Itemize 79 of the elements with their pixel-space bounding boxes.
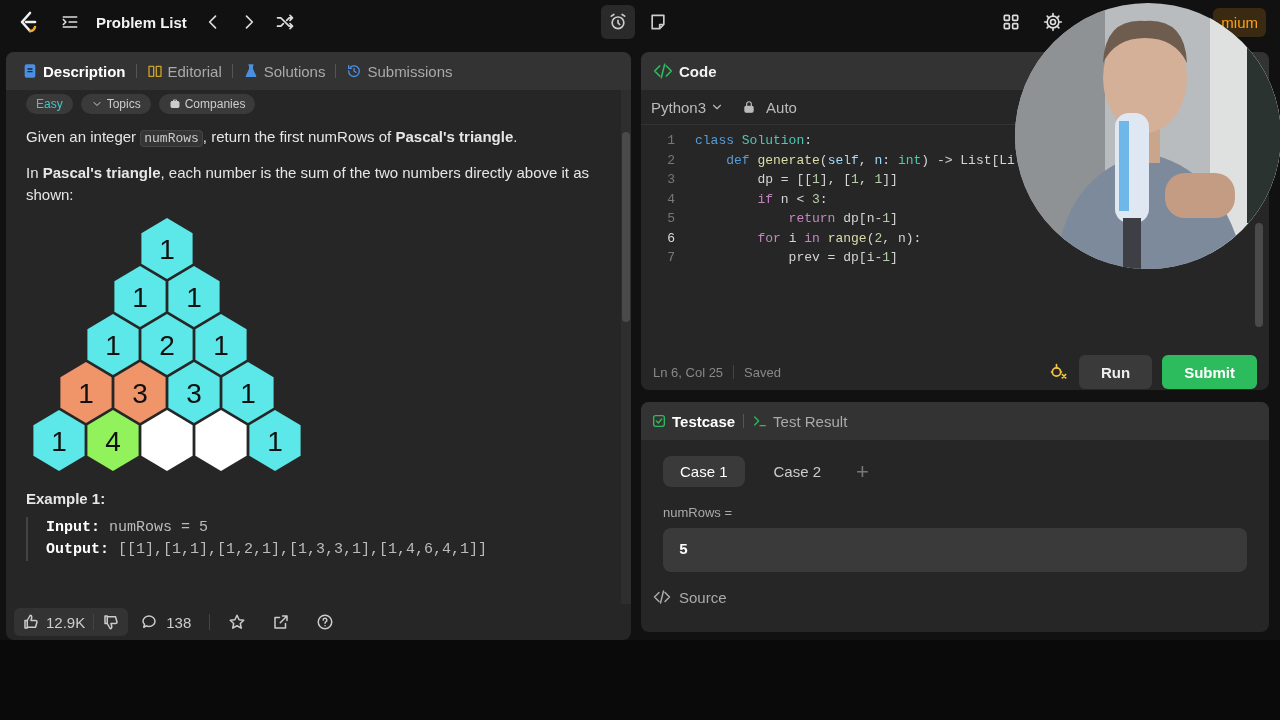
difficulty-badge: Easy: [26, 94, 73, 114]
panel-title: Code: [679, 62, 717, 80]
panel-tab[interactable]: Editorial: [140, 58, 228, 84]
cursor-position: Ln 6, Col 25: [653, 364, 724, 380]
share-icon[interactable]: [272, 613, 291, 631]
mode-toggle[interactable]: Auto: [742, 98, 797, 116]
hex-cell: 3: [114, 362, 166, 423]
code-line: class Solution:: [695, 133, 813, 149]
debug-icon[interactable]: [1049, 362, 1069, 382]
problem-statement: In Pascal's triangle, each number is the sum of the two numbers directly above it as shown:: [26, 163, 591, 205]
terminal-icon: [752, 413, 769, 429]
hex-cell: 1: [141, 218, 193, 279]
input-label: numRows =: [662, 504, 733, 520]
book-icon: [146, 63, 163, 79]
thumbs-down-icon: [102, 613, 121, 631]
code-line: return dp[n-1]: [787, 211, 898, 227]
hex-cell: 1: [249, 410, 301, 471]
history-icon: [346, 63, 363, 79]
code-line: if n < 3:: [756, 191, 828, 207]
panel-tab[interactable]: Solutions: [236, 58, 332, 84]
like-button[interactable]: 12.9K: [14, 608, 94, 636]
timer-button[interactable]: [600, 5, 635, 39]
hex-cell: 2: [141, 314, 193, 375]
tag-button[interactable]: Topics: [80, 94, 151, 114]
panel-tab[interactable]: Testcase: [651, 412, 736, 430]
checkbox-icon: [651, 413, 667, 429]
panel-tab[interactable]: Submissions: [340, 58, 459, 84]
code-icon: [653, 61, 673, 81]
hex-cell: [141, 410, 193, 471]
star-icon[interactable]: [228, 613, 247, 631]
help-icon[interactable]: [316, 613, 335, 631]
line-number: 2: [666, 152, 676, 168]
hex-cell: 1: [114, 266, 166, 327]
line-number: 6: [666, 230, 676, 246]
line-number: 5: [666, 211, 676, 227]
scrollbar-thumb[interactable]: [1255, 223, 1263, 327]
hex-cell: 1: [60, 362, 112, 423]
code-line: def generate(self, n: int) -> List[Li: [725, 152, 1015, 168]
hex-cell: 1: [222, 362, 274, 423]
hex-cell: 1: [33, 410, 85, 471]
code-editor[interactable]: 1 class Solution: 2 def generate(self, n: int) -> List[Li 3 dp = [[1], [1, 1]] 4 if n < 3: 5 return dp[n-1] 6 for i in range(2, n): 7 prev = dp[i-1]: [641, 125, 1269, 354]
line-number: 1: [666, 133, 676, 149]
example-block: Input: numRows = 5 Output: [[1],[1,1],[1,2,1],[1,3,3,1],[1,4,6,4,1]]: [26, 517, 609, 561]
problem-list-link[interactable]: Problem List: [96, 13, 187, 31]
comments-button[interactable]: 138: [140, 613, 192, 631]
line-number: 4: [666, 191, 676, 207]
code-line: prev = dp[i-1]: [787, 250, 898, 266]
case-tab[interactable]: Case 1: [663, 456, 745, 487]
run-button[interactable]: Run: [1079, 355, 1153, 389]
document-icon: [22, 63, 38, 79]
briefcase-icon: [168, 98, 181, 110]
line-number: 3: [666, 172, 676, 188]
panel-tab[interactable]: Test Result: [752, 412, 848, 430]
scrollbar-thumb[interactable]: [622, 132, 630, 322]
grid-icon[interactable]: [1000, 12, 1021, 32]
line-number: 7: [666, 250, 676, 266]
example-heading: Example 1:: [26, 490, 107, 507]
save-status: Saved: [744, 364, 781, 380]
case-tab[interactable]: Case 2: [756, 456, 839, 487]
code-icon: [653, 588, 671, 606]
hex-cell: 1: [87, 314, 139, 375]
problem-statement: Given an integer numRows , return the first numRows of Pascal's triangle.: [26, 127, 519, 149]
source-link[interactable]: Source: [641, 572, 1269, 606]
hex-cell: 3: [168, 362, 220, 423]
lock-icon: [742, 100, 757, 114]
hex-cell: 4: [87, 410, 139, 471]
tag-button[interactable]: Companies: [158, 94, 256, 114]
panel-tab[interactable]: Description: [16, 58, 132, 84]
settings-icon[interactable]: [1042, 12, 1063, 32]
code-line: dp = [[1], [1, 1]]: [756, 172, 898, 188]
hex-cell: 1: [195, 314, 247, 375]
thumbs-up-icon: [22, 613, 40, 631]
hex-cell: [195, 410, 247, 471]
hex-cell: 1: [168, 266, 220, 327]
language-dropdown[interactable]: Python3: [651, 98, 725, 116]
code-line: for i in range(2, n):: [756, 230, 922, 246]
input-field[interactable]: 5: [663, 528, 1247, 572]
shuffle-icon[interactable]: [274, 12, 295, 32]
comment-icon: [140, 613, 159, 631]
